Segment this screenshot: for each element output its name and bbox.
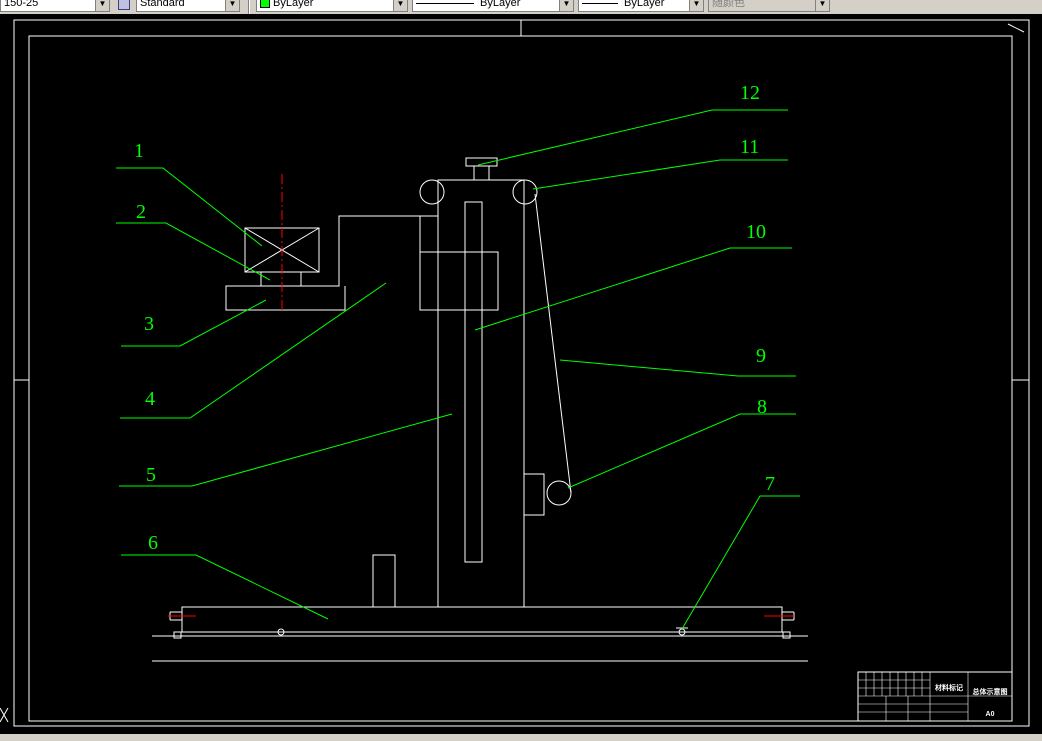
- drawing-canvas[interactable]: 1 2 3 4 5 6 7 8 9 10 11 12 材料标记 总体示意图 A0: [0, 0, 1042, 741]
- balloon-9: 9: [756, 345, 766, 367]
- title-block-label-c: A0: [986, 711, 995, 718]
- balloon-7: 7: [765, 473, 775, 495]
- balloon-6: 6: [148, 532, 158, 554]
- balloon-10: 10: [746, 221, 766, 243]
- model-space-background: [0, 14, 1042, 734]
- command-line-strip: [0, 734, 1042, 741]
- balloon-3: 3: [144, 313, 154, 335]
- balloon-5: 5: [146, 464, 156, 486]
- title-block-label-a: 材料标记: [934, 683, 963, 692]
- balloon-1: 1: [134, 140, 144, 162]
- balloon-12: 12: [740, 82, 760, 104]
- balloon-11: 11: [740, 136, 759, 158]
- balloon-8: 8: [757, 396, 767, 418]
- title-block-label-b: 总体示意图: [973, 687, 1008, 696]
- balloon-4: 4: [145, 388, 155, 410]
- balloon-2: 2: [136, 201, 146, 223]
